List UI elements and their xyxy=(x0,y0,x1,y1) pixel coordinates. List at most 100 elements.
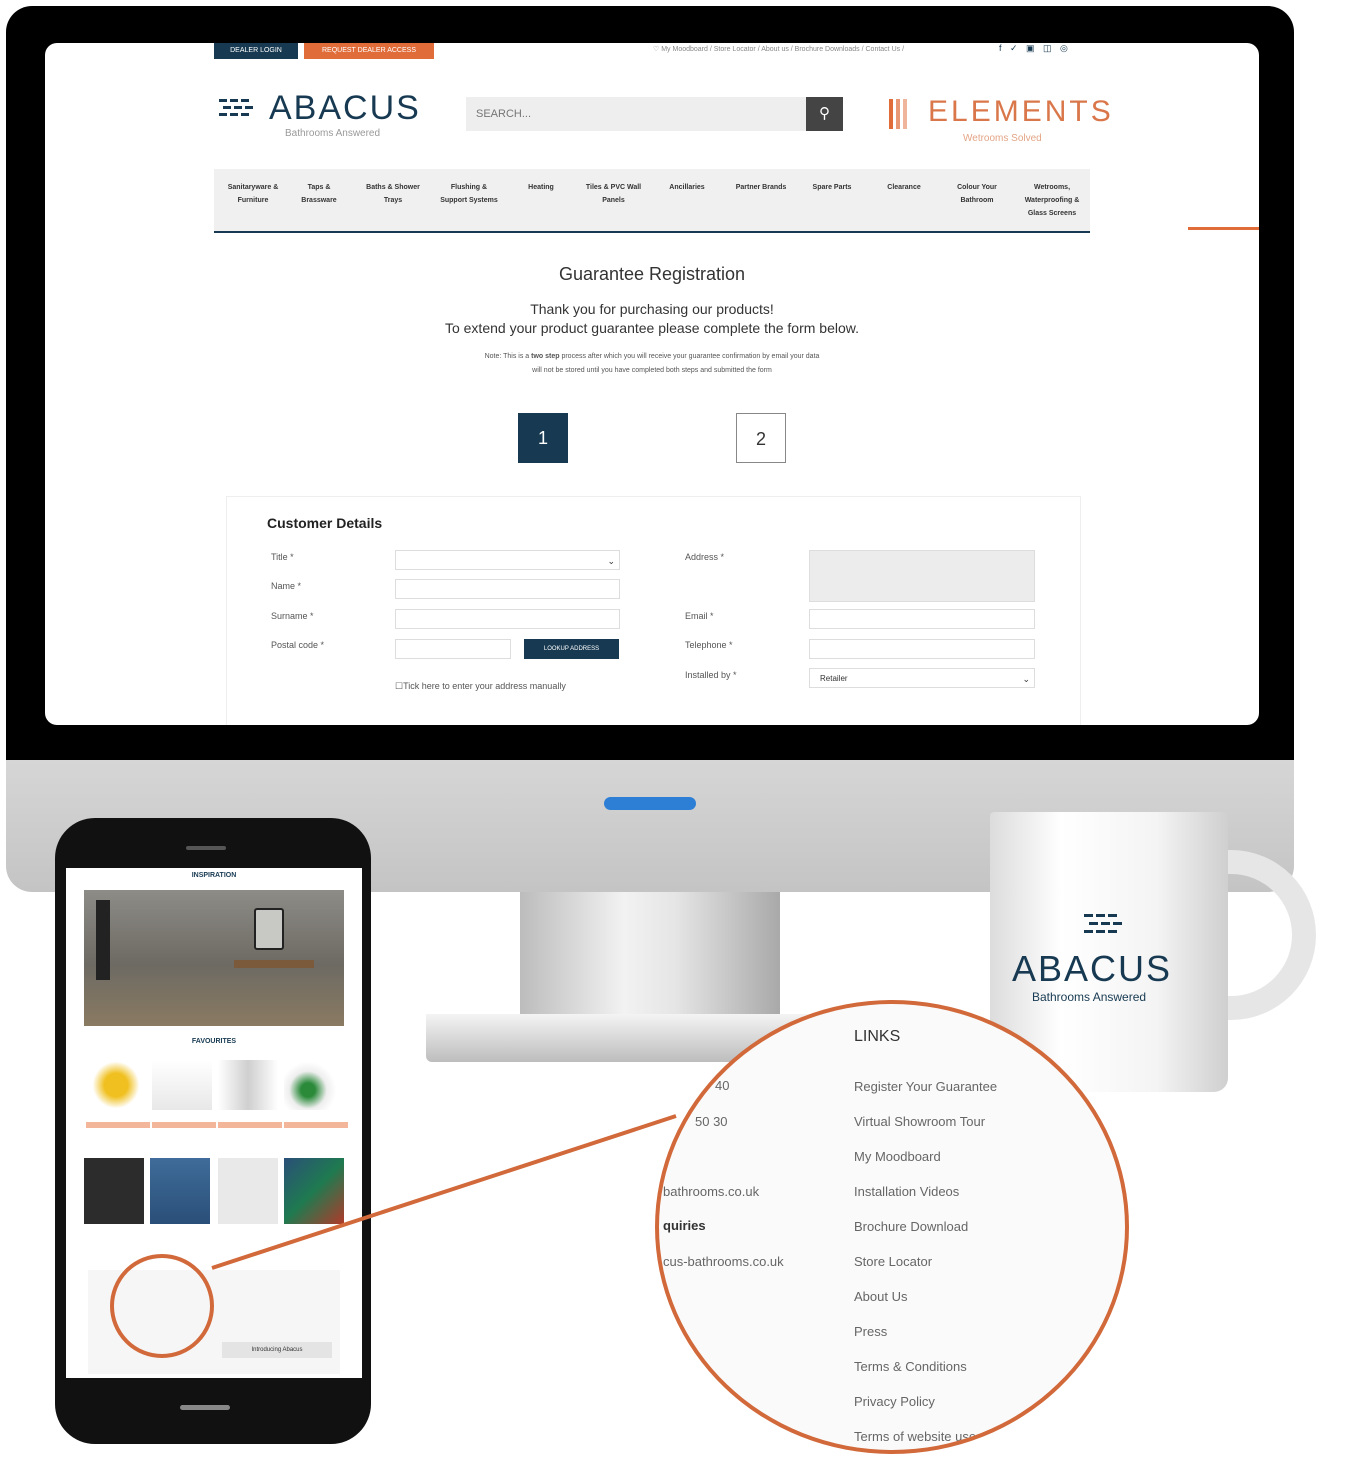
note-line-2: will not be stored until you have comple… xyxy=(532,367,772,374)
footer-link[interactable]: Terms of website use xyxy=(854,1429,976,1444)
monitor-screen: DEALER LOGIN REQUEST DEALER ACCESS ♡ My … xyxy=(45,43,1259,725)
mug-logo-icon xyxy=(1084,914,1122,933)
email-field[interactable] xyxy=(809,609,1035,629)
note-line-1: Note: This is a two step process after w… xyxy=(484,353,820,360)
mug-tagline: Bathrooms Answered xyxy=(1032,990,1147,1004)
chevron-down-icon: ⌄ xyxy=(1022,674,1030,684)
footer-link[interactable]: Register Your Guarantee xyxy=(854,1079,997,1094)
links-heading: LINKS xyxy=(854,1028,901,1045)
footer-link[interactable]: Installation Videos xyxy=(854,1184,959,1199)
dealer-login-button[interactable]: DEALER LOGIN xyxy=(214,43,298,59)
telephone-label: Telephone * xyxy=(685,640,733,650)
nav-item-colour-your-bathroom[interactable]: Colour Your Bathroom xyxy=(946,181,1008,207)
mug-handle xyxy=(1216,850,1316,1020)
footer-link[interactable]: Brochure Download xyxy=(854,1219,968,1234)
email-label: Email * xyxy=(685,611,714,621)
zoom-source-circle xyxy=(110,1254,214,1358)
favourites-heading: FAVOURITES xyxy=(191,1038,237,1045)
product-thumb[interactable] xyxy=(86,1060,146,1110)
step-2-indicator[interactable]: 2 xyxy=(736,413,786,463)
social-icons[interactable]: f ✓ ▣ ◫ ◎ xyxy=(999,43,1071,54)
name-field[interactable] xyxy=(395,579,620,599)
nav-active-indicator xyxy=(1188,227,1259,230)
elements-logo[interactable]: ELEMENTS xyxy=(928,95,1114,129)
nav-item-heating[interactable]: Heating xyxy=(516,181,566,194)
brochure-thumb[interactable] xyxy=(284,1158,344,1224)
search-icon: ⚲ xyxy=(819,105,830,122)
postal-code-field[interactable] xyxy=(395,639,511,659)
footer-link[interactable]: Press xyxy=(854,1324,887,1339)
title-select[interactable]: ⌄ xyxy=(395,550,620,570)
introducing-abacus-button[interactable]: Introducing Abacus xyxy=(222,1342,332,1358)
search-input[interactable] xyxy=(466,97,806,131)
form-heading: Customer Details xyxy=(267,515,383,531)
virtual-tour-thumb[interactable] xyxy=(84,1158,144,1224)
product-thumb[interactable] xyxy=(152,1060,212,1110)
utility-links[interactable]: ♡ My Moodboard / Store Locator / About u… xyxy=(653,45,904,53)
nav-item-spare-parts[interactable]: Spare Parts xyxy=(802,181,862,194)
nav-item-clearance[interactable]: Clearance xyxy=(874,181,934,194)
installed-by-label: Installed by * xyxy=(685,670,737,680)
footer-link[interactable]: About Us xyxy=(854,1289,907,1304)
inspiration-image[interactable] xyxy=(84,890,344,1026)
abacus-tagline: Bathrooms Answered xyxy=(285,128,381,139)
footer-link[interactable]: Terms & Conditions xyxy=(854,1359,967,1374)
footer-link[interactable]: Virtual Showroom Tour xyxy=(854,1114,985,1129)
product-caption[interactable] xyxy=(152,1122,216,1128)
lookup-address-button[interactable]: LOOKUP ADDRESS xyxy=(524,639,619,659)
phone-speaker xyxy=(186,846,226,850)
telephone-field[interactable] xyxy=(809,639,1035,659)
page-title: Guarantee Registration xyxy=(558,264,746,284)
contact-fragment: 40 xyxy=(715,1078,730,1093)
contact-fragment: cus-bathrooms.co.uk xyxy=(663,1254,784,1269)
installed-by-select[interactable]: Retailer ⌄ xyxy=(809,668,1035,688)
power-indicator xyxy=(604,797,696,810)
mirror-shape xyxy=(254,908,284,950)
product-thumb[interactable] xyxy=(284,1060,344,1110)
footer-zoom-callout: LINKS 40 50 30 bathrooms.co.uk quiries c… xyxy=(655,1000,1129,1454)
footer-link[interactable]: My Moodboard xyxy=(854,1149,941,1164)
towel-rail-shape xyxy=(96,900,110,980)
nav-item-taps[interactable]: Taps & Brassware xyxy=(294,181,344,207)
nav-item-wetrooms[interactable]: Wetrooms, Waterproofing & Glass Screens xyxy=(1014,181,1090,220)
contact-fragment: quiries xyxy=(663,1218,706,1233)
name-label: Name * xyxy=(271,581,302,591)
address-field[interactable] xyxy=(809,550,1035,602)
product-caption[interactable] xyxy=(284,1122,348,1128)
inspiration-heading: INSPIRATION xyxy=(191,872,237,879)
chevron-down-icon: ⌄ xyxy=(607,556,615,566)
elements-logo-icon xyxy=(889,99,907,129)
vanity-shape xyxy=(234,960,314,968)
elements-tagline: Wetrooms Solved xyxy=(963,133,1042,144)
footer-link[interactable]: Privacy Policy xyxy=(854,1394,935,1409)
contact-fragment: bathrooms.co.uk xyxy=(663,1184,760,1199)
nav-item-tiles[interactable]: Tiles & PVC Wall Panels xyxy=(576,181,651,207)
intro-line-2: To extend your product guarantee please … xyxy=(444,320,860,336)
step-1-indicator[interactable]: 1 xyxy=(518,413,568,463)
nav-item-ancillaries[interactable]: Ancillaries xyxy=(656,181,718,194)
search-button[interactable]: ⚲ xyxy=(806,97,843,131)
installation-video-thumb[interactable] xyxy=(150,1158,210,1224)
product-caption[interactable] xyxy=(86,1122,150,1128)
product-caption[interactable] xyxy=(218,1122,282,1128)
surname-label: Surname * xyxy=(271,611,314,621)
nav-item-baths[interactable]: Baths & Shower Trays xyxy=(358,181,428,207)
nav-item-sanitaryware[interactable]: Sanitaryware & Furniture xyxy=(218,181,288,207)
surname-field[interactable] xyxy=(395,609,620,629)
phone-home-bar xyxy=(180,1405,230,1410)
intro-line-1: Thank you for purchasing our products! xyxy=(530,301,774,317)
nav-item-flushing[interactable]: Flushing & Support Systems xyxy=(429,181,509,207)
product-thumb[interactable] xyxy=(218,1060,278,1110)
title-label: Title * xyxy=(271,552,294,562)
manual-address-checkbox[interactable]: ☐Tick here to enter your address manuall… xyxy=(395,681,566,692)
address-label: Address * xyxy=(685,552,725,562)
app-thumb[interactable] xyxy=(218,1158,278,1224)
contact-fragment: 50 30 xyxy=(695,1114,728,1129)
mug-logo-text: ABACUS xyxy=(1012,948,1173,989)
main-navigation: Sanitaryware & Furniture Taps & Brassware … xyxy=(214,169,1259,233)
abacus-logo[interactable]: ABACUS xyxy=(269,89,421,128)
request-dealer-access-button[interactable]: REQUEST DEALER ACCESS xyxy=(304,43,434,59)
nav-item-partner-brands[interactable]: Partner Brands xyxy=(722,181,800,194)
footer-link[interactable]: Store Locator xyxy=(854,1254,932,1269)
postal-code-label: Postal code * xyxy=(271,640,325,650)
